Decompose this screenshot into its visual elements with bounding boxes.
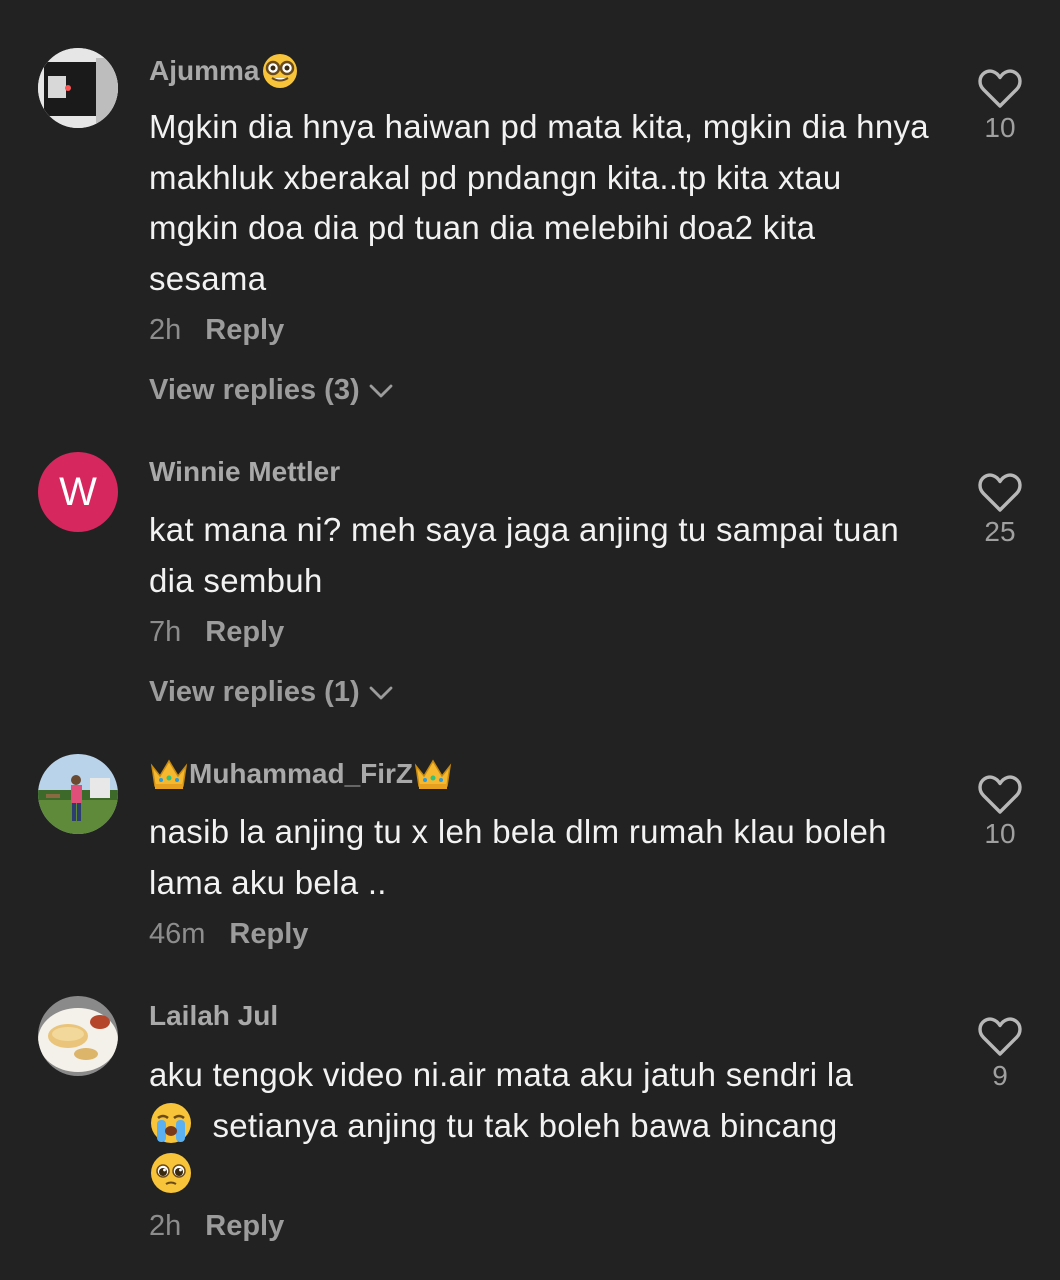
- like-count: 9: [992, 1060, 1008, 1091]
- like-count: 10: [984, 818, 1016, 849]
- like-control: 10: [960, 68, 1040, 144]
- like-control: 9: [960, 1016, 1040, 1092]
- reply-button[interactable]: Reply: [205, 314, 284, 347]
- heart-icon[interactable]: [977, 1016, 1023, 1058]
- loudly-crying-face-emoji-icon: [151, 1102, 191, 1143]
- reply-button[interactable]: Reply: [205, 1210, 284, 1243]
- view-replies-button[interactable]: View replies (1): [149, 676, 394, 709]
- comment-time: 2h: [149, 1210, 182, 1242]
- heart-icon[interactable]: [977, 472, 1023, 514]
- like-count: 25: [984, 516, 1016, 547]
- comment-text: kat mana ni? meh saya jaga anjing tu sam…: [149, 511, 900, 599]
- pleading-face-emoji-icon: [151, 1153, 191, 1193]
- avatar[interactable]: [38, 754, 118, 834]
- comment-username[interactable]: Winnie Mettler: [149, 456, 340, 488]
- crown-emoji-icon: [150, 759, 188, 789]
- avatar[interactable]: [38, 48, 118, 128]
- comment-meta: 7h Reply: [149, 616, 284, 649]
- comment-text: nasib la anjing tu x leh bela dlm rumah …: [149, 813, 887, 901]
- comment-username[interactable]: Muhammad_FirZ: [149, 756, 453, 792]
- heart-icon[interactable]: [977, 68, 1023, 110]
- comment-text: aku tengok video ni.air mata aku jatuh s…: [149, 1050, 939, 1202]
- comment-time: 7h: [149, 616, 182, 648]
- comment-meta: 2h Reply: [149, 314, 284, 347]
- avatar[interactable]: [38, 996, 118, 1076]
- reply-button[interactable]: Reply: [229, 918, 308, 951]
- comment-username[interactable]: Ajumma: [149, 52, 299, 90]
- crown-emoji-icon: [414, 759, 452, 789]
- chevron-down-icon: [369, 686, 393, 699]
- comment-meta: 46m Reply: [149, 918, 308, 951]
- reply-button[interactable]: Reply: [205, 616, 284, 649]
- comment-time: 46m: [149, 918, 206, 950]
- comment-username[interactable]: Lailah Jul: [149, 1000, 278, 1032]
- like-control: 25: [960, 472, 1040, 548]
- heart-icon[interactable]: [977, 774, 1023, 816]
- chevron-down-icon: [369, 384, 393, 397]
- photo-avatar-icon: [38, 996, 118, 1076]
- view-replies-button[interactable]: View replies (3): [149, 374, 394, 407]
- avatar[interactable]: W: [38, 452, 118, 532]
- comment-meta: 2h Reply: [149, 1210, 284, 1243]
- like-count: 10: [984, 112, 1016, 143]
- comment-time: 2h: [149, 314, 182, 346]
- like-control: 10: [960, 774, 1040, 850]
- photo-avatar-icon: [38, 48, 118, 128]
- nerd-face-emoji-icon: [263, 54, 298, 88]
- comment-text: Mgkin dia hnya haiwan pd mata kita, mgki…: [149, 108, 929, 297]
- photo-avatar-icon: [38, 754, 118, 834]
